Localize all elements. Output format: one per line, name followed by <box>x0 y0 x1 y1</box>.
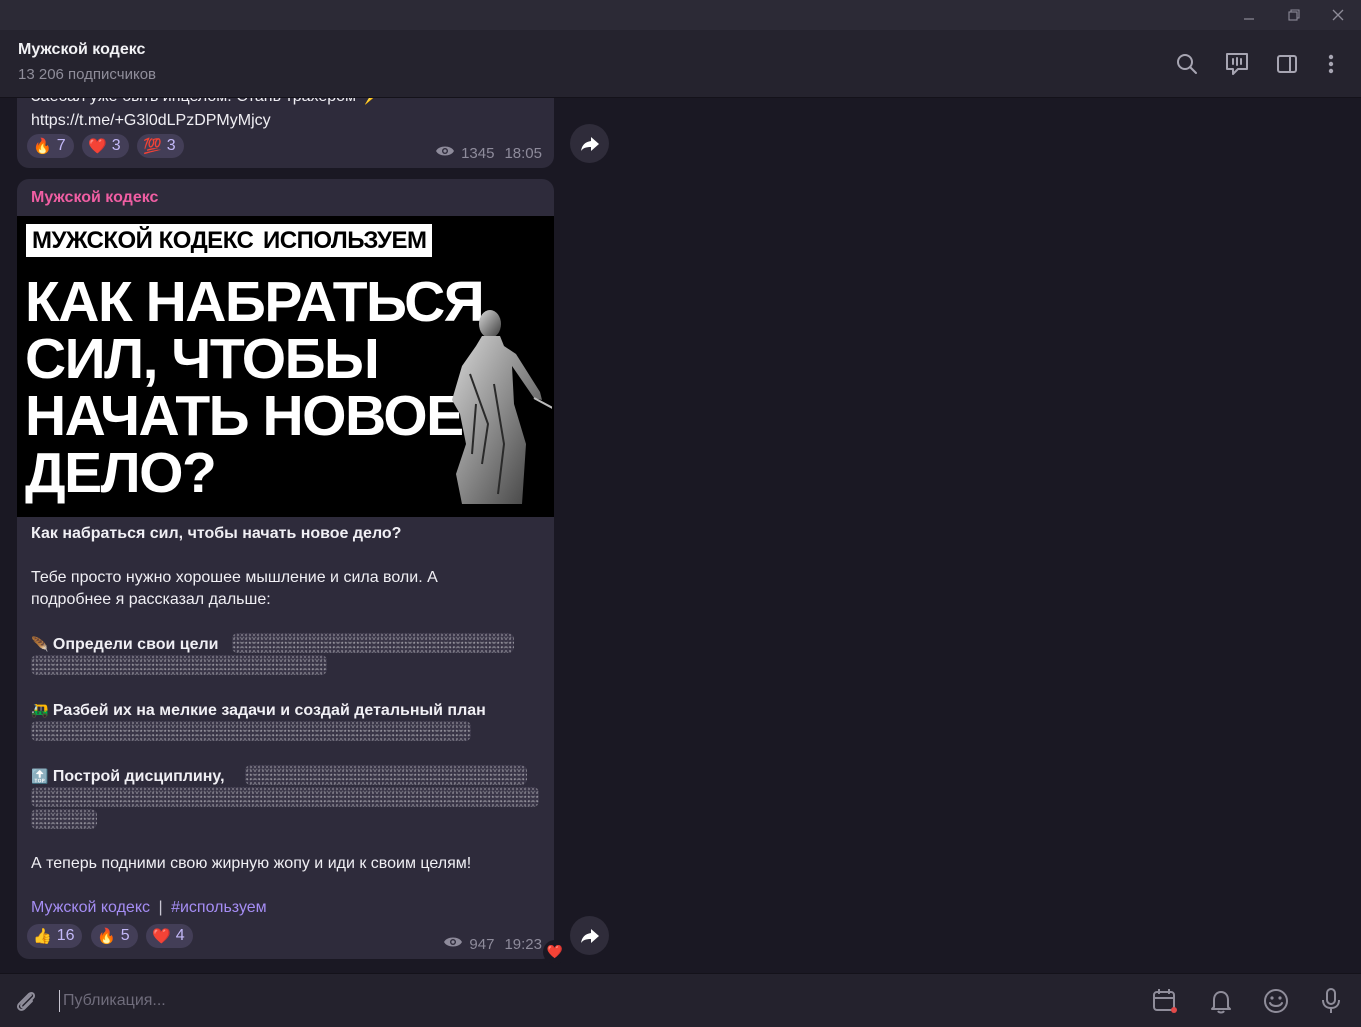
banner-tag: МУЖСКОЙ КОДЕКС <box>26 224 260 257</box>
reaction-emoji: 💯 <box>143 138 162 155</box>
message-bubble[interactable]: Заебал уже быть инцелом. Стань трахером … <box>17 98 554 168</box>
reaction-emoji: 🔥 <box>33 138 52 155</box>
message-meta: 1345 18:05 <box>435 144 542 162</box>
post-footer: Мужской кодекс | #используем <box>31 897 267 919</box>
banner-tag: ИСПОЛЬЗУЕМ <box>257 224 433 257</box>
reaction-count: 7 <box>56 137 66 154</box>
reaction-chip[interactable]: ❤️ 4 <box>146 924 193 948</box>
feather-icon: 🪶 <box>31 636 49 652</box>
post-image[interactable]: МУЖСКОЙ КОДЕКС ИСПОЛЬЗУЕМ КАК НАБРАТЬСЯ … <box>17 216 554 517</box>
text-cursor <box>59 990 60 1012</box>
search-icon[interactable] <box>1173 50 1201 78</box>
schedule-icon[interactable] <box>1150 986 1180 1016</box>
share-arrow-icon <box>580 928 599 943</box>
chat-history[interactable]: Заебал уже быть инцелом. Стань трахером … <box>0 98 1361 972</box>
forward-button[interactable] <box>570 916 609 955</box>
window-titlebar <box>0 0 1361 30</box>
views-icon <box>443 935 463 953</box>
spoiler-text[interactable] <box>31 721 471 741</box>
video-chat-icon[interactable] <box>1223 50 1251 78</box>
top-arrow-icon: 🔝 <box>31 768 49 784</box>
message-meta: 947 19:23 <box>443 935 542 953</box>
headline-line: ДЕЛО? <box>25 441 217 505</box>
spoiler-text[interactable] <box>31 787 539 807</box>
message-time: 18:05 <box>504 144 542 162</box>
forward-button[interactable] <box>570 124 609 163</box>
emoji-icon[interactable] <box>1261 986 1291 1016</box>
restore-icon[interactable] <box>1272 0 1316 30</box>
notification-bell-icon[interactable] <box>1206 986 1236 1016</box>
reaction-emoji: 👍 <box>33 928 52 945</box>
list-item-text: Разбей их на мелкие задачи и создай дета… <box>52 702 486 719</box>
view-count: 947 <box>469 935 495 953</box>
list-item-text: Определи свои цели <box>52 636 219 653</box>
sidebar-toggle-icon[interactable] <box>1273 50 1301 78</box>
channel-title[interactable]: Мужской кодекс <box>18 41 145 59</box>
post-intro: Тебе просто нужно хорошее мышление и сил… <box>31 569 438 608</box>
channel-link[interactable]: Мужской кодекс <box>31 899 150 916</box>
subscriber-count: 13 206 подписчиков <box>18 66 157 83</box>
views-icon <box>435 144 455 162</box>
list-item: 🪶 Определи свои цели <box>31 633 218 656</box>
reaction-chip[interactable]: 👍 16 <box>27 924 83 948</box>
reaction-chip[interactable]: 🔥 7 <box>27 134 74 158</box>
spoiler-text[interactable] <box>31 809 97 829</box>
tuktuk-icon: 🛺 <box>31 702 49 718</box>
message-link[interactable]: https://t.me/+G3l0dLPzDPMyMjcy <box>31 110 271 132</box>
composer-input[interactable]: Публикация... <box>63 992 166 1010</box>
more-vertical-icon[interactable] <box>1317 50 1345 78</box>
reaction-emoji: ❤️ <box>88 138 107 155</box>
chat-header[interactable]: Мужской кодекс 13 206 подписчиков <box>0 30 1361 98</box>
microphone-icon[interactable] <box>1316 986 1346 1016</box>
footer-separator: | <box>158 899 163 916</box>
headline-line: НАЧАТЬ НОВОЕ <box>25 384 464 448</box>
spoiler-text[interactable] <box>232 633 514 653</box>
reaction-count: 5 <box>120 927 130 944</box>
reaction-count: 3 <box>166 137 176 154</box>
hashtag-link[interactable]: #используем <box>171 899 267 916</box>
message-time: 19:23 <box>504 935 542 953</box>
reaction-chip[interactable]: 🔥 5 <box>91 924 138 948</box>
list-item: 🛺 Разбей их на мелкие задачи и создай де… <box>31 699 486 722</box>
spoiler-text[interactable] <box>245 765 527 785</box>
list-item-text: Построй дисциплину, <box>52 768 225 785</box>
reaction-emoji: ❤️ <box>152 928 171 945</box>
share-arrow-icon <box>580 136 599 151</box>
reaction-count: 4 <box>175 927 185 944</box>
reaction-count: 16 <box>56 927 75 944</box>
list-item: 🔝 Построй дисциплину, <box>31 765 225 788</box>
minimize-icon[interactable] <box>1227 0 1271 30</box>
message-author[interactable]: Мужской кодекс <box>31 189 158 207</box>
reaction-emoji: 🔥 <box>97 928 116 945</box>
statue-image <box>452 310 552 504</box>
message-composer: Публикация... <box>0 973 1361 1027</box>
reaction-chip[interactable]: ❤️ 3 <box>82 134 129 158</box>
message-bubble[interactable]: Мужской кодекс МУЖСКОЙ КОДЕКС ИСПОЛЬЗУЕМ… <box>17 179 554 959</box>
view-count: 1345 <box>461 144 495 162</box>
own-reaction-badge[interactable]: ❤️ <box>543 940 567 964</box>
close-icon[interactable] <box>1316 0 1360 30</box>
headline-line: КАК НАБРАТЬСЯ <box>25 270 485 334</box>
reaction-count: 3 <box>111 137 121 154</box>
message-text: Заебал уже быть инцелом. Стань трахером … <box>31 98 380 108</box>
attach-icon[interactable] <box>11 986 41 1016</box>
banner-headline: КАК НАБРАТЬСЯ СИЛ, ЧТОБЫ НАЧАТЬ НОВОЕ ДЕ… <box>25 270 485 505</box>
headline-line: СИЛ, ЧТОБЫ <box>25 327 380 391</box>
post-title: Как набраться сил, чтобы начать новое де… <box>31 525 402 542</box>
spoiler-text[interactable] <box>31 655 327 675</box>
post-outro: А теперь подними свою жирную жопу и иди … <box>31 855 472 872</box>
reaction-chip[interactable]: 💯 3 <box>137 134 184 158</box>
